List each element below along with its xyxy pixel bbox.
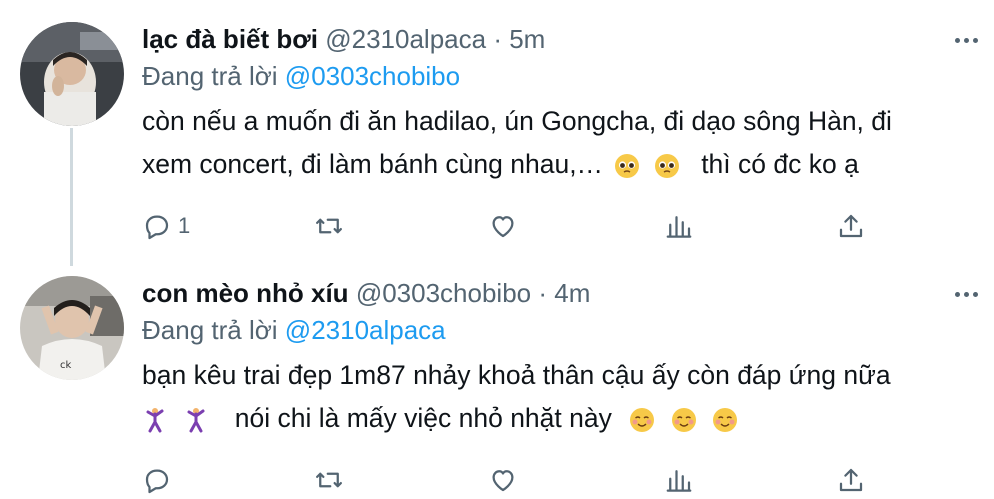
reply-count: 1	[178, 213, 191, 238]
tweet-text-line-2-tail: thì có đc ko ạ	[701, 149, 859, 179]
analytics-icon	[666, 216, 692, 238]
tweet-text-line-2-text: xem concert, đi làm bánh cùng nhau,…	[142, 149, 604, 179]
replying-to-label: Đang trả lời	[142, 315, 278, 345]
timestamp[interactable]: 5m	[509, 24, 545, 54]
dancing-man-emoji-icon	[187, 408, 205, 433]
avatar-photo: ck	[20, 276, 124, 380]
reply-bubble-icon	[145, 215, 169, 240]
tweet-2[interactable]: ck con mèo nhỏ xíu @0303chobibo · 4m Đan…	[0, 266, 994, 499]
analytics-button[interactable]	[664, 208, 694, 244]
tweet-text-line-2: xem concert, đi làm bánh cùng nhau,… thì…	[142, 146, 982, 183]
tweet-text-line-1: bạn kêu trai đẹp 1m87 nhảy khoả thân cậu…	[142, 360, 891, 390]
retweet-button[interactable]	[314, 462, 344, 498]
timestamp[interactable]: 4m	[554, 278, 590, 308]
tweet-1[interactable]: lạc đà biết bơi @2310alpaca · 5m Đang tr…	[0, 0, 994, 266]
share-button[interactable]	[836, 462, 866, 498]
svg-text:ck: ck	[60, 360, 71, 371]
pleading-face-emoji-icon	[654, 154, 679, 178]
separator-dot: ·	[538, 278, 548, 308]
share-icon	[839, 468, 863, 492]
smiling-face-emoji-icon	[671, 408, 696, 432]
replying-to: Đang trả lời @2310alpaca	[142, 314, 446, 346]
action-bar: 1	[142, 208, 902, 244]
tweet-header: lạc đà biết bơi @2310alpaca · 5m	[142, 23, 545, 55]
reply-button[interactable]: 1	[142, 208, 190, 244]
more-dots-icon[interactable]	[946, 30, 986, 50]
avatar[interactable]: ck	[20, 276, 124, 380]
more-dots-icon[interactable]	[946, 284, 986, 304]
retweet-button[interactable]	[314, 208, 344, 244]
analytics-button[interactable]	[664, 462, 694, 498]
like-button[interactable]	[488, 462, 518, 498]
replying-to: Đang trả lời @0303chobibo	[142, 60, 460, 92]
smiling-face-emoji-icon	[712, 408, 737, 432]
tweet-text-line-2: nói chi là mấy việc nhỏ nhặt này	[142, 400, 982, 437]
analytics-icon	[666, 470, 692, 492]
share-button[interactable]	[836, 208, 866, 244]
heart-icon	[492, 470, 514, 492]
like-button[interactable]	[488, 208, 518, 244]
display-name[interactable]: con mèo nhỏ xíu	[142, 278, 349, 308]
dancing-man-emoji-icon	[146, 408, 164, 433]
separator-dot: ·	[493, 24, 502, 54]
retweet-icon	[316, 218, 342, 234]
heart-icon	[492, 216, 514, 238]
pleading-face-emoji-icon	[615, 154, 640, 178]
display-name[interactable]: lạc đà biết bơi	[142, 24, 318, 54]
reply-button[interactable]	[142, 462, 178, 498]
reply-bubble-icon	[145, 469, 169, 494]
thread-connector	[70, 128, 73, 266]
tweet-header: con mèo nhỏ xíu @0303chobibo · 4m	[142, 277, 590, 309]
avatar[interactable]	[20, 22, 124, 126]
retweet-icon	[316, 472, 342, 488]
smiling-face-emoji-icon	[630, 408, 655, 432]
tweet-text: bạn kêu trai đẹp 1m87 nhảy khoả thân cậu…	[142, 357, 982, 437]
tweet-text-line-1: còn nếu a muốn đi ăn hadilao, ún Gongcha…	[142, 106, 892, 136]
avatar-photo	[20, 22, 124, 126]
user-handle[interactable]: @0303chobibo	[356, 278, 531, 308]
action-bar	[142, 462, 902, 498]
tweet-text: còn nếu a muốn đi ăn hadilao, ún Gongcha…	[142, 103, 982, 183]
tweet-text-line-2-text: nói chi là mấy việc nhỏ nhặt này	[234, 403, 612, 433]
replying-to-handle[interactable]: @2310alpaca	[285, 315, 446, 345]
user-handle[interactable]: @2310alpaca	[325, 24, 486, 54]
replying-to-handle[interactable]: @0303chobibo	[285, 61, 460, 91]
replying-to-label: Đang trả lời	[142, 61, 278, 91]
share-icon	[839, 214, 863, 238]
